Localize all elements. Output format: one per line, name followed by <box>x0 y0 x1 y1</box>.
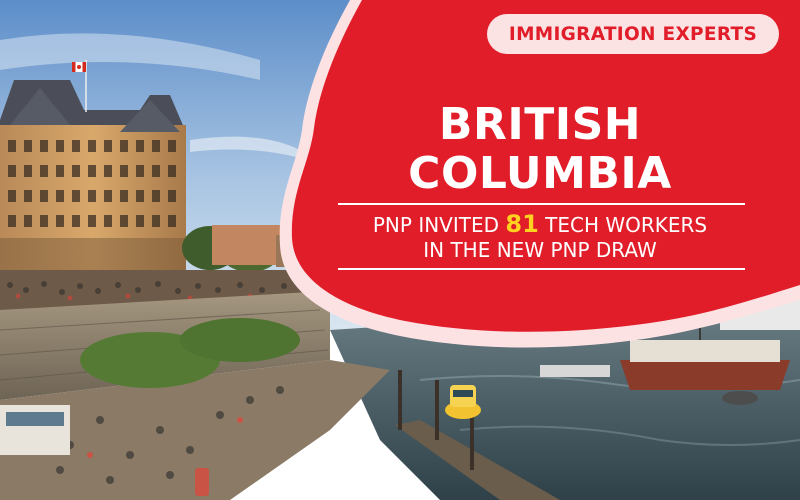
headline-line-2: COLUMBIA <box>408 148 672 199</box>
divider-bottom <box>338 268 745 270</box>
immigration-experts-badge: IMMIGRATION EXPERTS <box>487 14 779 54</box>
subheadline-prefix: PNP INVITED <box>372 213 506 237</box>
subheadline: PNP INVITED 81 TECH WORKERS IN THE NEW P… <box>330 212 750 263</box>
subheadline-line-1: PNP INVITED 81 TECH WORKERS <box>330 212 750 238</box>
subheadline-line-2: IN THE NEW PNP DRAW <box>423 238 657 262</box>
badge-label: IMMIGRATION EXPERTS <box>508 23 758 45</box>
headline-line-1: BRITISH <box>438 99 642 150</box>
highlight-number: 81 <box>505 210 539 238</box>
divider-top <box>338 203 745 205</box>
subheadline-suffix: TECH WORKERS <box>538 213 708 237</box>
headline: BRITISH COLUMBIA <box>340 100 740 198</box>
water-taxi <box>445 385 481 419</box>
